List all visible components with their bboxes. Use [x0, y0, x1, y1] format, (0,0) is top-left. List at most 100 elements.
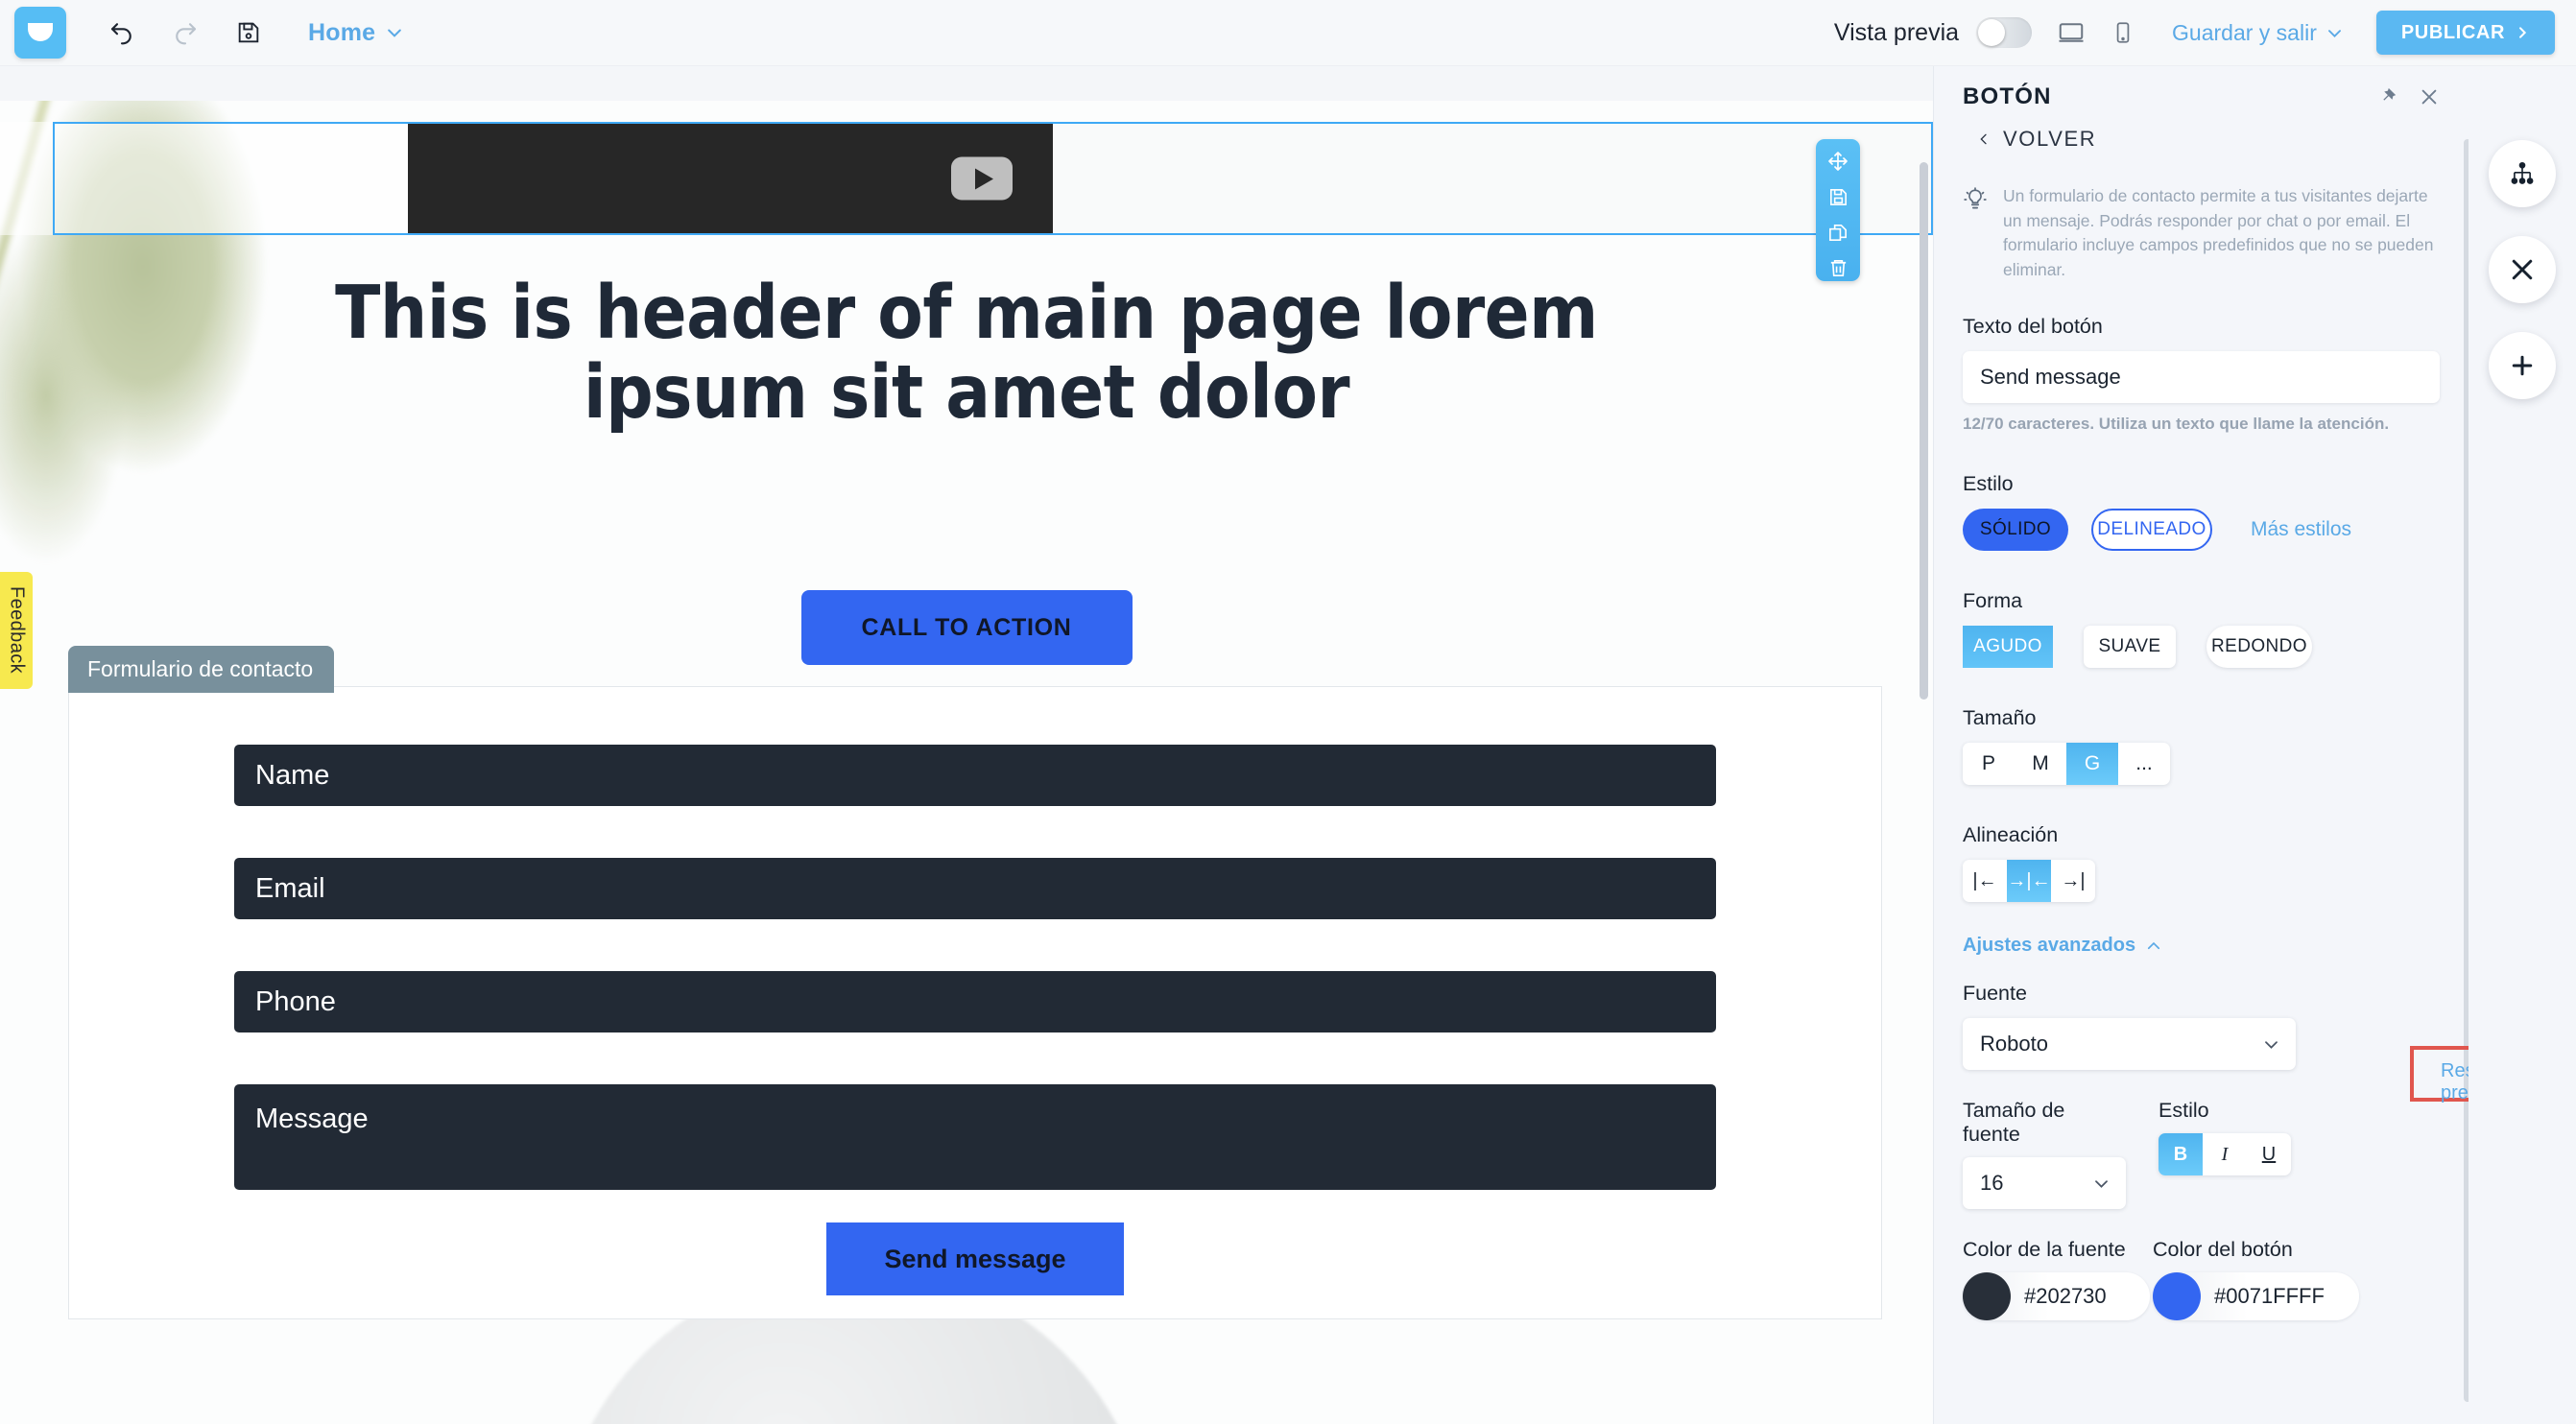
align-center-icon[interactable]: →|← — [2007, 860, 2051, 903]
size-option-p[interactable]: P — [1963, 743, 2015, 785]
form-field-name[interactable]: Name — [234, 745, 1716, 806]
size-option-g[interactable]: G — [2066, 743, 2118, 786]
panel-title: BOTÓN — [1963, 83, 2052, 109]
floppy-save-icon[interactable] — [224, 8, 274, 58]
style-label: Estilo — [1963, 472, 2014, 496]
website-page-preview[interactable]: This is header of main page lorem ipsum … — [0, 101, 1933, 1424]
shape-label: Forma — [1963, 589, 2023, 613]
font-color-label: Color de la fuente — [1963, 1238, 2126, 1262]
panel-tip-text: Un formulario de contacto permite a tus … — [2003, 186, 2434, 279]
font-color-field[interactable]: #202730 — [1963, 1272, 2150, 1321]
color-row: Color de la fuente #202730 Color del bot… — [1934, 1238, 2469, 1321]
font-select[interactable]: Roboto — [1963, 1018, 2296, 1071]
size-segmented-control[interactable]: P M G ... — [1963, 743, 2170, 786]
font-style-segmented-control[interactable]: B I U — [2159, 1133, 2291, 1176]
page-selector[interactable]: Home — [308, 19, 404, 47]
redo-icon[interactable] — [160, 8, 210, 58]
button-color-field[interactable]: #0071FFFF — [2153, 1272, 2359, 1321]
form-block-tab[interactable]: Formulario de contacto — [68, 646, 335, 693]
shape-option-sharp[interactable]: AGUDO — [1963, 626, 2053, 669]
restore-default-link[interactable]: Restaurar predefinido — [2441, 1060, 2469, 1104]
preview-toggle[interactable] — [1976, 17, 2033, 48]
form-field-phone[interactable]: Phone — [234, 971, 1716, 1032]
chevron-down-icon — [2265, 1040, 2278, 1049]
canvas-scrollbar[interactable] — [1920, 162, 1928, 700]
more-styles-link[interactable]: Más estilos — [2251, 518, 2351, 541]
panel-back-button[interactable]: VOLVER — [1976, 127, 2469, 152]
trash-delete-icon[interactable] — [1822, 254, 1854, 281]
editor-canvas[interactable]: This is header of main page lorem ipsum … — [0, 66, 1933, 1424]
button-settings-panel[interactable]: BOTÓN VOLVER Un formulario de contacto p… — [1933, 66, 2469, 1424]
envelope-logo-icon[interactable] — [14, 7, 66, 59]
headline-line-1: This is header of main page lorem — [335, 271, 1598, 356]
form-field-message[interactable]: Message — [234, 1084, 1716, 1190]
size-option-more[interactable]: ... — [2118, 743, 2170, 785]
font-color-value: #202730 — [2024, 1284, 2107, 1309]
button-color-label: Color del botón — [2153, 1238, 2293, 1262]
video-section[interactable] — [0, 122, 1933, 235]
floppy-save-icon[interactable] — [1822, 183, 1854, 210]
advanced-settings-toggle[interactable]: Ajustes avanzados — [1963, 935, 2469, 957]
alignment-segmented-control[interactable]: |← →|← →| — [1963, 860, 2095, 903]
alignment-options: |← →|← →| — [1963, 860, 2469, 903]
right-action-rail — [2469, 66, 2576, 1424]
size-options: P M G ... — [1963, 743, 2469, 786]
plus-add-icon[interactable] — [2489, 332, 2556, 399]
chevron-left-icon — [1980, 133, 1987, 145]
chevron-down-icon — [388, 29, 402, 37]
form-submit-wrap: Send message — [234, 1222, 1716, 1295]
feedback-label: Feedback — [6, 586, 28, 675]
form-field-email[interactable]: Email — [234, 858, 1716, 919]
desktop-icon[interactable] — [2057, 18, 2086, 47]
panel-back-label: VOLVER — [2003, 127, 2097, 151]
shape-option-round[interactable]: REDONDO — [2206, 626, 2312, 669]
button-color-value: #0071FFFF — [2214, 1284, 2325, 1309]
font-color-swatch[interactable] — [1963, 1272, 2011, 1321]
page-headline[interactable]: This is header of main page lorem ipsum … — [0, 273, 1933, 433]
button-color-swatch[interactable] — [2153, 1272, 2201, 1321]
style-solid-button[interactable]: SÓLIDO — [1963, 509, 2068, 552]
headline-line-2: ipsum sit amet dolor — [583, 350, 1350, 437]
align-left-icon[interactable]: |← — [1963, 860, 2007, 902]
publish-button[interactable]: PUBLICAR — [2375, 11, 2555, 55]
style-options: SÓLIDO DELINEADO Más estilos — [1963, 509, 2469, 552]
save-and-exit-button[interactable]: Guardar y salir — [2172, 20, 2344, 46]
button-text-helper: 12/70 caracteres. Utiliza un texto que l… — [1963, 415, 2390, 434]
button-text-label: Texto del botón — [1963, 315, 2103, 339]
feedback-tab[interactable]: Feedback — [0, 572, 33, 689]
font-label: Fuente — [1963, 982, 2027, 1006]
font-size-select[interactable]: 16 — [1963, 1157, 2126, 1210]
pin-icon[interactable] — [2376, 86, 2397, 107]
align-right-icon[interactable]: →| — [2051, 860, 2095, 902]
move-arrows-icon[interactable] — [1822, 148, 1854, 175]
undo-icon[interactable] — [97, 8, 147, 58]
size-label: Tamaño — [1963, 706, 2037, 730]
youtube-play-icon[interactable] — [951, 156, 1013, 201]
shape-option-soft[interactable]: SUAVE — [2084, 626, 2176, 669]
top-toolbar: Home Vista previa Guardar y salir PUBLIC… — [0, 0, 2576, 66]
chevron-up-icon — [2148, 941, 2160, 949]
font-style-label: Estilo — [2159, 1099, 2209, 1123]
close-x-icon[interactable] — [2489, 236, 2556, 303]
size-option-m[interactable]: M — [2015, 743, 2066, 785]
close-icon[interactable] — [2419, 86, 2440, 107]
video-embed-block[interactable] — [408, 122, 1053, 235]
toggle-knob — [1978, 19, 2006, 46]
underline-button[interactable]: U — [2247, 1133, 2291, 1175]
style-outline-button[interactable]: DELINEADO — [2091, 509, 2212, 552]
font-select-value: Roboto — [1980, 1032, 2048, 1056]
bold-button[interactable]: B — [2159, 1133, 2203, 1176]
page-selector-label: Home — [308, 18, 376, 46]
mobile-icon[interactable] — [2111, 19, 2135, 46]
copy-duplicate-icon[interactable] — [1822, 219, 1854, 246]
italic-button[interactable]: I — [2203, 1133, 2247, 1175]
publish-label: PUBLICAR — [2400, 21, 2505, 43]
lightbulb-idea-icon — [1963, 184, 1988, 282]
sitemap-hierarchy-icon[interactable] — [2489, 140, 2556, 207]
element-actions-toolbar[interactable] — [1816, 139, 1860, 281]
button-text-input[interactable]: Send message — [1963, 351, 2440, 404]
contact-form-fields: Name Email Phone Message Send message — [69, 687, 1881, 1295]
call-to-action-button[interactable]: CALL TO ACTION — [800, 590, 1133, 665]
form-send-message-button[interactable]: Send message — [826, 1222, 1124, 1295]
contact-form-card[interactable]: Name Email Phone Message Send message — [68, 686, 1882, 1319]
